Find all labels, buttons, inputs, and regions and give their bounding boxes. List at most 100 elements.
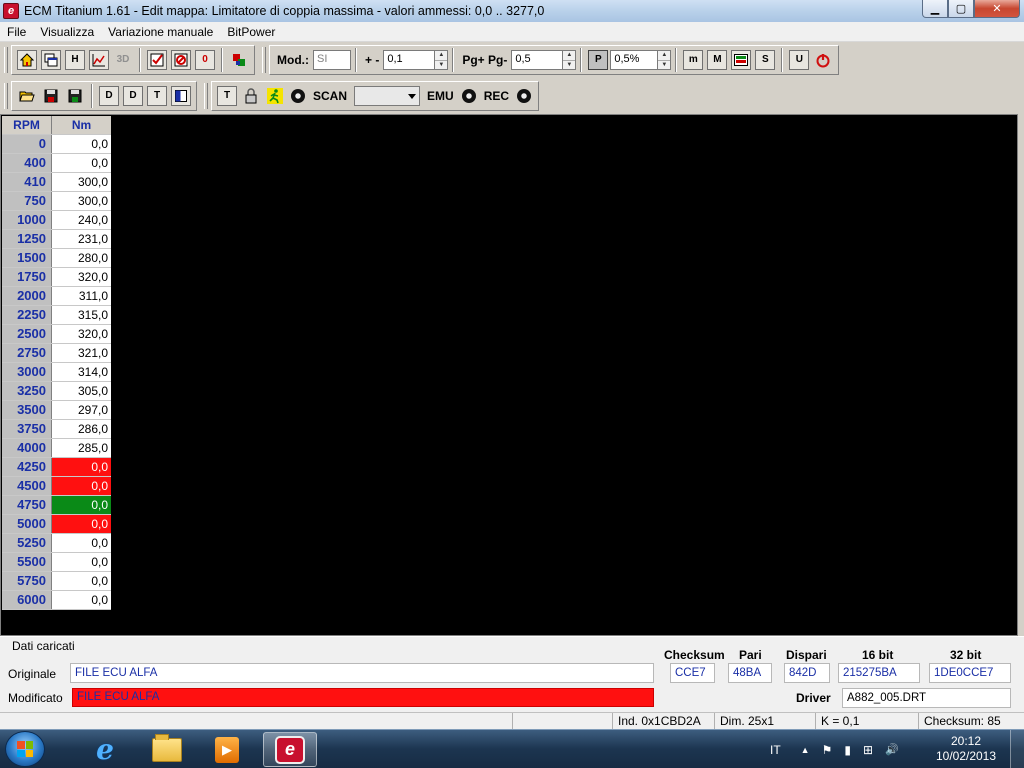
nm-value-cell[interactable]: 314,0 bbox=[52, 363, 111, 381]
rpm-cell[interactable]: 3500 bbox=[2, 401, 52, 419]
runner-icon[interactable] bbox=[265, 86, 285, 106]
originale-field[interactable]: FILE ECU ALFA bbox=[70, 663, 654, 683]
spin-up-icon[interactable]: ▲ bbox=[435, 51, 448, 61]
nm-value-cell[interactable]: 0,0 bbox=[52, 477, 111, 495]
u-icon[interactable]: U bbox=[789, 50, 810, 70]
menu-file[interactable]: File bbox=[0, 25, 33, 39]
chevron-down-icon[interactable] bbox=[408, 94, 417, 99]
check-icon[interactable] bbox=[147, 50, 167, 70]
zero-icon[interactable]: 0 bbox=[195, 50, 215, 70]
modificato-field[interactable]: FILE ECU ALFA bbox=[72, 688, 654, 707]
toolbar-grip[interactable] bbox=[262, 47, 266, 73]
h-table-icon[interactable]: H bbox=[65, 50, 85, 70]
record-circle-icon[interactable] bbox=[291, 89, 305, 103]
percent-input[interactable]: 0,5% bbox=[610, 50, 659, 70]
nm-value-cell[interactable]: 297,0 bbox=[52, 401, 111, 419]
nm-value-cell[interactable]: 320,0 bbox=[52, 325, 111, 343]
plusminus-spinner[interactable]: ▲ ▼ bbox=[435, 50, 449, 70]
emu-circle-icon[interactable] bbox=[461, 89, 476, 103]
nm-value-cell[interactable]: 0,0 bbox=[52, 135, 111, 153]
rpm-cell[interactable]: 2000 bbox=[2, 287, 52, 305]
power-icon[interactable] bbox=[813, 50, 833, 70]
menu-variazione-manuale[interactable]: Variazione manuale bbox=[101, 25, 220, 39]
split-view-icon[interactable] bbox=[171, 86, 191, 106]
rpm-cell[interactable]: 4500 bbox=[2, 477, 52, 495]
rec-circle-icon[interactable] bbox=[517, 89, 532, 103]
nm-value-cell[interactable]: 0,0 bbox=[52, 534, 111, 552]
home-icon[interactable] bbox=[17, 50, 37, 70]
windows-icon[interactable] bbox=[41, 50, 61, 70]
nm-value-cell[interactable]: 311,0 bbox=[52, 287, 111, 305]
t-icon[interactable]: T bbox=[147, 86, 167, 106]
rpm-cell[interactable]: 1750 bbox=[2, 268, 52, 286]
spin-down-icon[interactable]: ▼ bbox=[563, 61, 575, 70]
taskbar-internet-explorer[interactable]: e bbox=[78, 732, 132, 767]
rpm-cell[interactable]: 750 bbox=[2, 192, 52, 210]
taskbar-clock[interactable]: 20:12 10/02/2013 bbox=[930, 734, 1002, 764]
nm-value-cell[interactable]: 321,0 bbox=[52, 344, 111, 362]
nm-value-cell[interactable]: 0,0 bbox=[52, 572, 111, 590]
save-icon[interactable] bbox=[41, 86, 61, 106]
pg-spinner[interactable]: ▲ ▼ bbox=[563, 50, 577, 70]
network-icon[interactable]: ⊞ bbox=[863, 743, 873, 757]
plusminus-input[interactable]: 0,1 bbox=[383, 50, 436, 70]
rpm-cell[interactable]: 5000 bbox=[2, 515, 52, 533]
nm-value-cell[interactable]: 0,0 bbox=[52, 553, 111, 571]
start-button[interactable] bbox=[5, 731, 45, 767]
percent-mode-icon[interactable]: P bbox=[588, 50, 609, 70]
rpm-cell[interactable]: 1500 bbox=[2, 249, 52, 267]
rpm-cell[interactable]: 6000 bbox=[2, 591, 52, 609]
nm-column-header[interactable]: Nm bbox=[52, 116, 111, 134]
pg-input[interactable]: 0,5 bbox=[511, 50, 564, 70]
scan-select[interactable] bbox=[354, 86, 421, 106]
spin-down-icon[interactable]: ▼ bbox=[658, 61, 670, 70]
rpm-cell[interactable]: 2250 bbox=[2, 306, 52, 324]
color-icon[interactable] bbox=[229, 50, 249, 70]
rpm-cell[interactable]: 4000 bbox=[2, 439, 52, 457]
volume-icon[interactable]: 🔊 bbox=[885, 743, 899, 756]
nm-value-cell[interactable]: 280,0 bbox=[52, 249, 111, 267]
spin-down-icon[interactable]: ▼ bbox=[435, 61, 447, 70]
rpm-cell[interactable]: 400 bbox=[2, 154, 52, 172]
close-button[interactable]: ✕ bbox=[974, 0, 1020, 18]
nm-value-cell[interactable]: 320,0 bbox=[52, 268, 111, 286]
lock-icon[interactable] bbox=[241, 86, 261, 106]
menu-bitpower[interactable]: BitPower bbox=[220, 25, 282, 39]
3d-icon[interactable]: 3D bbox=[113, 50, 133, 70]
minimize-button[interactable]: ▁ bbox=[922, 0, 948, 18]
nm-value-cell[interactable]: 0,0 bbox=[52, 515, 111, 533]
rpm-cell[interactable]: 410 bbox=[2, 173, 52, 191]
rpm-cell[interactable]: 5750 bbox=[2, 572, 52, 590]
nm-value-cell[interactable]: 300,0 bbox=[52, 192, 111, 210]
spin-up-icon[interactable]: ▲ bbox=[563, 51, 576, 61]
chart-icon[interactable] bbox=[89, 50, 109, 70]
language-indicator[interactable]: IT bbox=[770, 743, 781, 757]
rpm-cell[interactable]: 3000 bbox=[2, 363, 52, 381]
rpm-cell[interactable]: 5500 bbox=[2, 553, 52, 571]
nm-value-cell[interactable]: 0,0 bbox=[52, 496, 111, 514]
rpm-cell[interactable]: 1250 bbox=[2, 230, 52, 248]
mod-field[interactable]: SI bbox=[313, 50, 351, 70]
show-hidden-icons-icon[interactable]: ▲ bbox=[801, 745, 810, 755]
open-folder-icon[interactable] bbox=[17, 86, 37, 106]
show-desktop-button[interactable] bbox=[1010, 730, 1024, 768]
nm-value-cell[interactable]: 0,0 bbox=[52, 458, 111, 476]
spin-up-icon[interactable]: ▲ bbox=[658, 51, 671, 61]
nm-value-cell[interactable]: 286,0 bbox=[52, 420, 111, 438]
rpm-column-header[interactable]: RPM bbox=[2, 116, 52, 134]
s-icon[interactable]: S bbox=[755, 50, 776, 70]
rpm-cell[interactable]: 0 bbox=[2, 135, 52, 153]
rpm-cell[interactable]: 5250 bbox=[2, 534, 52, 552]
rpm-cell[interactable]: 1000 bbox=[2, 211, 52, 229]
t-connect-icon[interactable]: T bbox=[217, 86, 237, 106]
toolbar-grip[interactable] bbox=[4, 47, 8, 73]
toolbar-grip[interactable] bbox=[204, 83, 208, 109]
nm-value-cell[interactable]: 315,0 bbox=[52, 306, 111, 324]
taskbar-ecm-titanium[interactable]: e bbox=[263, 732, 317, 767]
map-icon[interactable] bbox=[731, 50, 752, 70]
maximize-button[interactable]: ▢ bbox=[948, 0, 974, 18]
nm-value-cell[interactable]: 300,0 bbox=[52, 173, 111, 191]
nm-value-cell[interactable]: 0,0 bbox=[52, 154, 111, 172]
ecm-app-icon[interactable]: e bbox=[3, 3, 19, 19]
disabled-icon[interactable] bbox=[171, 50, 191, 70]
